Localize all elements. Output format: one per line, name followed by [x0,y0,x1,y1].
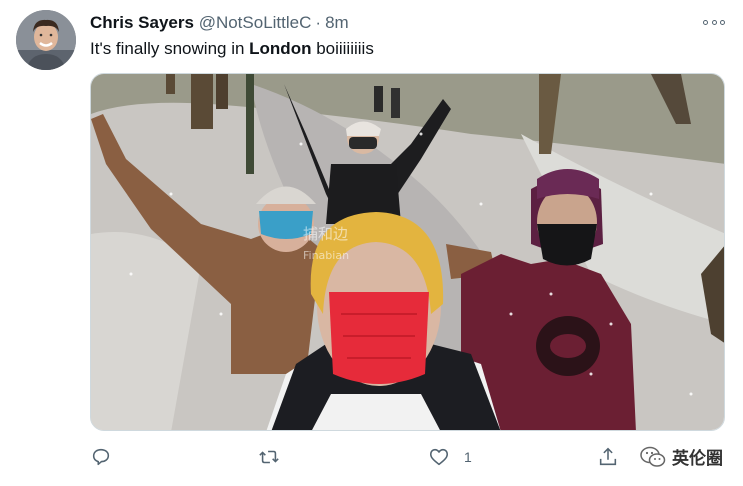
reply-icon [92,448,110,466]
tweet-text-part: boiiiiiiiis [311,39,374,58]
tweet-photo[interactable]: 捕和边 Finabian [90,73,725,431]
separator-dot: · [315,13,322,32]
wechat-icon [640,446,666,467]
author-handle[interactable]: @NotSoLittleC [199,13,312,32]
photo-watermark-cn: 捕和边 [303,225,348,243]
wechat-watermark: 英伦圈 [640,444,723,469]
author-name[interactable]: Chris Sayers [90,13,194,32]
photo-watermark-en: Finabian [303,249,349,262]
like-button[interactable]: 1 [428,444,472,470]
share-button[interactable] [597,444,619,470]
share-icon [599,447,617,466]
tweet-header: Chris Sayers @NotSoLittleC · 8m [90,12,349,34]
retweet-icon [259,450,279,464]
more-options-icon[interactable] [703,12,725,32]
tweet-text-bold: London [249,39,312,58]
retweet-button[interactable] [258,444,280,470]
tweet-actions: 1 [90,444,725,470]
tweet-text-part: It's finally snowing in [90,39,250,58]
heart-icon [429,448,449,466]
tweet[interactable]: Chris Sayers @NotSoLittleC · 8m It's final… [0,0,743,486]
tweet-text: It's finally snowing in London boiiiiiii… [90,38,374,60]
reply-button[interactable] [90,444,112,470]
avatar[interactable] [16,10,76,70]
like-count: 1 [464,449,472,465]
tweet-timestamp[interactable]: 8m [325,13,349,32]
watermark-label: 英伦圈 [672,449,723,468]
